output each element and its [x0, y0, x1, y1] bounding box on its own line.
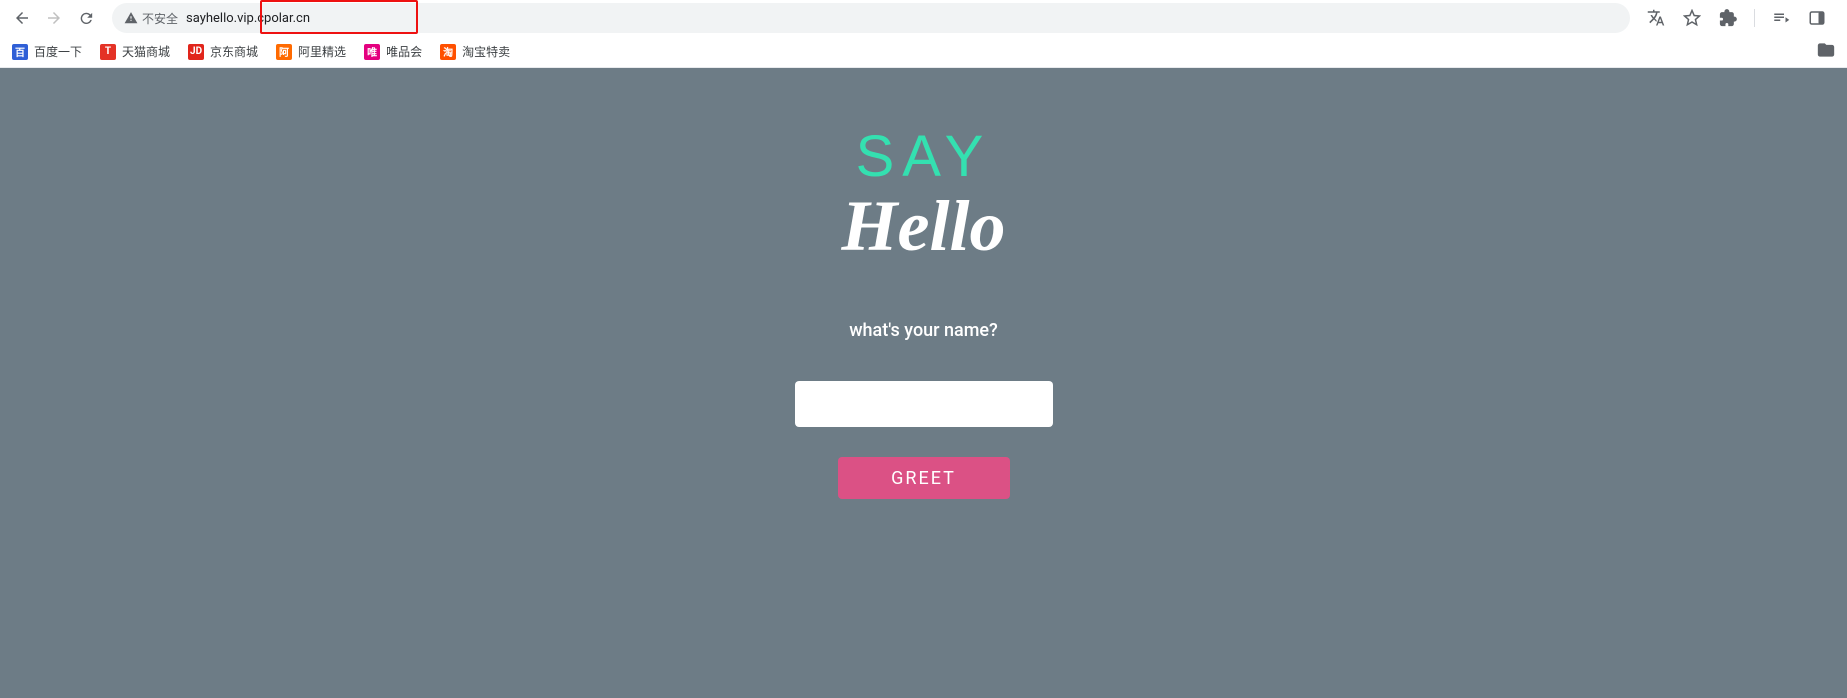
bookmarks-bar: 百百度一下 T 天猫商城 JD 京东商城 阿阿里精选 唯唯品会 淘淘宝特卖 — [0, 36, 1847, 68]
forward-button — [40, 4, 68, 32]
side-panel-icon — [1808, 9, 1826, 27]
toolbar-right — [1642, 4, 1839, 32]
puzzle-icon — [1719, 9, 1737, 27]
logo-bottom: Hello — [842, 190, 1006, 262]
logo-top: SAY — [856, 128, 992, 186]
warning-icon — [124, 11, 138, 25]
bookmark-favicon: 唯 — [364, 44, 380, 60]
toolbar-divider — [1754, 9, 1755, 27]
bookmark-item-2[interactable]: JD 京东商城 — [188, 43, 258, 60]
playlist-icon — [1772, 9, 1790, 27]
name-prompt: what's your name? — [849, 320, 998, 341]
bookmark-item-3[interactable]: 阿阿里精选 — [276, 43, 346, 60]
back-button[interactable] — [8, 4, 36, 32]
page-content: SAY Hello what's your name? GREET — [0, 68, 1847, 698]
bookmark-favicon: JD — [188, 44, 204, 60]
bookmark-label: 百度一下 — [34, 43, 82, 60]
translate-icon — [1647, 9, 1665, 27]
bookmark-star-button[interactable] — [1678, 4, 1706, 32]
bookmark-item-1[interactable]: T 天猫商城 — [100, 43, 170, 60]
bookmarks-overflow-button[interactable] — [1817, 41, 1835, 62]
toolbar: 不安全 sayhello.vip.cpolar.cn — [0, 0, 1847, 36]
reload-icon — [78, 10, 95, 27]
arrow-left-icon — [13, 9, 31, 27]
bookmark-label: 阿里精选 — [298, 43, 346, 60]
arrow-right-icon — [45, 9, 63, 27]
name-input[interactable] — [795, 381, 1053, 427]
bookmark-favicon: T — [100, 44, 116, 60]
bookmark-label: 京东商城 — [210, 43, 258, 60]
bookmark-favicon: 淘 — [440, 44, 456, 60]
bookmark-item-4[interactable]: 唯唯品会 — [364, 43, 422, 60]
insecure-indicator: 不安全 — [124, 10, 178, 27]
bookmark-item-5[interactable]: 淘淘宝特卖 — [440, 43, 510, 60]
star-icon — [1683, 9, 1701, 27]
reload-button[interactable] — [72, 4, 100, 32]
bookmark-label: 唯品会 — [386, 43, 422, 60]
bookmark-label: 淘宝特卖 — [462, 43, 510, 60]
address-bar[interactable]: 不安全 sayhello.vip.cpolar.cn — [112, 3, 1630, 33]
bookmark-favicon: 阿 — [276, 44, 292, 60]
insecure-label: 不安全 — [142, 10, 178, 27]
translate-button[interactable] — [1642, 4, 1670, 32]
greet-button[interactable]: GREET — [838, 457, 1010, 499]
browser-chrome: 不安全 sayhello.vip.cpolar.cn — [0, 0, 1847, 68]
bookmark-favicon: 百 — [12, 44, 28, 60]
extensions-button[interactable] — [1714, 4, 1742, 32]
reading-list-button[interactable] — [1767, 4, 1795, 32]
bookmark-item-0[interactable]: 百百度一下 — [12, 43, 82, 60]
folder-icon — [1817, 41, 1835, 59]
bookmark-label: 天猫商城 — [122, 43, 170, 60]
url-text: sayhello.vip.cpolar.cn — [186, 11, 310, 26]
side-panel-button[interactable] — [1803, 4, 1831, 32]
